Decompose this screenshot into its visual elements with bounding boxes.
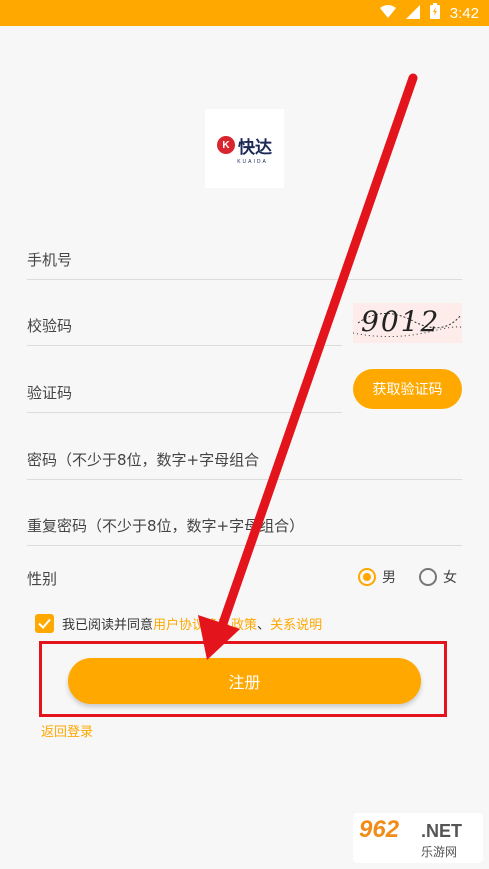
verify-code-field[interactable]: 验证码 <box>27 372 342 413</box>
captcha-image[interactable]: 9012 <box>353 303 462 343</box>
logo-text: 快达 <box>238 137 272 158</box>
captcha-text: 9012 <box>361 305 441 338</box>
verify-code-placeholder: 验证码 <box>27 384 73 402</box>
watermark-net: .NET <box>421 821 463 841</box>
password-placeholder: 密码（不少于8位，数字+字母组合 <box>27 451 260 469</box>
wifi-icon <box>379 4 396 23</box>
captcha-field[interactable]: 校验码 <box>27 305 342 346</box>
status-time: 3:42 <box>449 4 479 22</box>
gender-female-radio[interactable]: 女 <box>419 567 457 587</box>
repeat-password-field[interactable]: 重复密码（不少于8位，数字+字母组合） <box>27 505 462 546</box>
checkmark-icon <box>38 618 51 629</box>
app-logo: K 快达 KUAIDA <box>205 109 284 188</box>
privacy-policy-link[interactable]: 隐私政策 <box>205 614 257 633</box>
gender-male-radio[interactable]: 男 <box>358 567 396 587</box>
user-agreement-link[interactable]: 用户协议 <box>153 614 205 633</box>
repeat-password-placeholder: 重复密码（不少于8位，数字+字母组合） <box>27 517 305 535</box>
gender-male-label: 男 <box>382 570 396 586</box>
battery-icon <box>429 3 440 23</box>
gender-label: 性别 <box>27 570 58 588</box>
status-bar: 3:42 <box>0 0 489 26</box>
agreement-row: 我已阅读并同意 用户协议 隐私政策 、 关系说明 <box>35 614 322 633</box>
relation-explanation-link[interactable]: 关系说明 <box>270 614 322 633</box>
phone-field[interactable]: 手机号 <box>27 239 462 280</box>
agreement-prefix: 我已阅读并同意 <box>62 618 154 633</box>
agreement-checkbox[interactable] <box>35 614 54 633</box>
status-icons: 3:42 <box>379 3 479 23</box>
watermark-main: 962 <box>359 816 400 843</box>
logo-mark: K <box>217 136 235 154</box>
radio-unchecked-icon <box>419 568 437 586</box>
site-watermark: 962 .NET 乐游网 <box>353 813 483 863</box>
watermark-sub: 乐游网 <box>421 845 458 859</box>
signal-icon <box>405 4 420 23</box>
agreement-separator: 、 <box>257 618 271 633</box>
password-field[interactable]: 密码（不少于8位，数字+字母组合 <box>27 439 462 480</box>
logo-subtext: KUAIDA <box>237 158 268 165</box>
back-to-login-link[interactable]: 返回登录 <box>41 721 93 740</box>
gender-female-label: 女 <box>443 570 457 586</box>
phone-placeholder: 手机号 <box>27 251 73 269</box>
get-code-button[interactable]: 获取验证码 <box>353 369 462 409</box>
annotation-highlight-box <box>39 641 447 717</box>
radio-checked-icon <box>358 568 376 586</box>
captcha-placeholder: 校验码 <box>27 317 73 335</box>
